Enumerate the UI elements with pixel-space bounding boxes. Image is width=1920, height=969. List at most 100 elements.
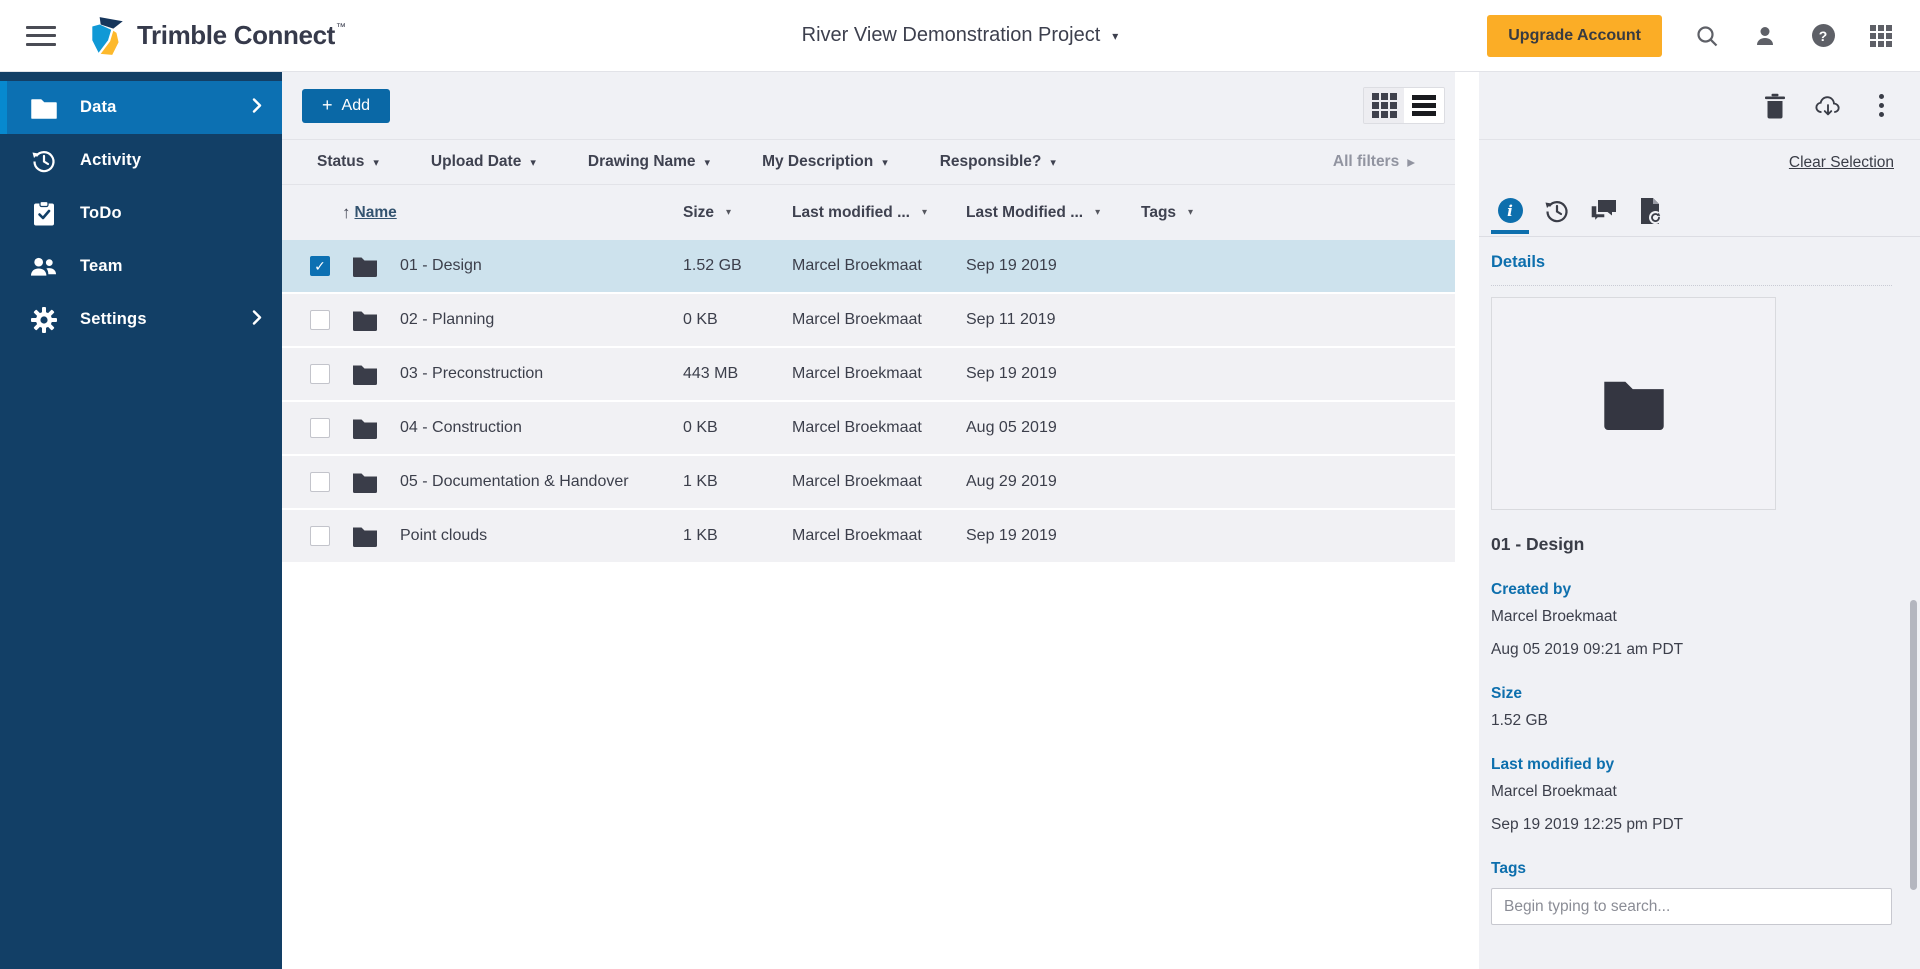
- row-checkbox[interactable]: [310, 418, 330, 438]
- table-row[interactable]: 04 - Construction 0 KB Marcel Broekmaat …: [282, 402, 1455, 454]
- project-title-dropdown[interactable]: River View Demonstration Project ▾: [802, 24, 1119, 47]
- file-release-icon: [1641, 197, 1662, 224]
- check-icon: ✓: [314, 257, 326, 274]
- search-icon[interactable]: [1694, 23, 1720, 49]
- folder-size: 443 MB: [683, 365, 739, 382]
- filter-responsible[interactable]: Responsible? ▾: [940, 153, 1056, 171]
- folder-modified-by: Marcel Broekmaat: [792, 473, 922, 490]
- more-options-icon[interactable]: [1868, 93, 1894, 119]
- all-filters-link[interactable]: All filters ▸: [1333, 153, 1415, 172]
- details-heading: Details: [1491, 253, 1546, 271]
- clear-selection-link[interactable]: Clear Selection: [1789, 154, 1894, 172]
- grid-view-icon: [1371, 93, 1397, 118]
- filter-label: Upload Date: [430, 153, 522, 170]
- folder-modified-by: Marcel Broekmaat: [792, 257, 922, 274]
- filter-status[interactable]: Status ▾: [317, 153, 379, 171]
- folder-modified-on: Sep 19 2019: [966, 257, 1057, 274]
- column-header-modified-by[interactable]: Last modified ... ▾: [792, 204, 966, 222]
- tab-history[interactable]: [1542, 189, 1572, 233]
- folder-name: 04 - Construction: [400, 419, 522, 436]
- row-checkbox[interactable]: [310, 526, 330, 546]
- sidebar-item-data[interactable]: Data: [0, 81, 282, 134]
- cloud-download-icon[interactable]: [1815, 93, 1841, 119]
- filter-my-description[interactable]: My Description ▾: [762, 153, 888, 171]
- grid-view-button[interactable]: [1364, 88, 1404, 123]
- add-button-label: Add: [341, 96, 370, 114]
- sort-ascending-icon: ↑: [342, 202, 351, 222]
- history-icon: [1545, 200, 1568, 222]
- trademark-symbol: ™: [335, 22, 346, 33]
- sidebar-item-settings[interactable]: Settings: [0, 293, 282, 346]
- upgrade-account-button[interactable]: Upgrade Account: [1487, 14, 1662, 57]
- apps-grid-icon[interactable]: [1868, 23, 1894, 49]
- column-header-tags[interactable]: Tags ▾: [1141, 204, 1455, 222]
- sidebar-item-todo[interactable]: ToDo: [0, 187, 282, 240]
- comments-icon: [1590, 199, 1616, 223]
- team-people-icon: [30, 253, 57, 280]
- filter-drawing-name[interactable]: Drawing Name ▾: [588, 153, 710, 171]
- size-value: 1.52 GB: [1491, 712, 1548, 729]
- table-header: ↑ Name Size ▾ Last modified ... ▾ Last M…: [282, 185, 1455, 240]
- filter-label: Drawing Name: [587, 153, 696, 170]
- details-tabs: i: [1479, 185, 1920, 237]
- folder-icon: [342, 418, 388, 439]
- list-view-icon: [1412, 95, 1436, 116]
- details-content: Details 01 - Design Created by Marcel Br…: [1479, 253, 1920, 925]
- table-row[interactable]: 02 - Planning 0 KB Marcel Broekmaat Sep …: [282, 294, 1455, 346]
- add-button[interactable]: + Add: [302, 88, 390, 123]
- table-row[interactable]: 03 - Preconstruction 443 MB Marcel Broek…: [282, 348, 1455, 400]
- folder-modified-on: Aug 29 2019: [966, 473, 1057, 490]
- folder-name: 01 - Design: [400, 257, 482, 274]
- table-row[interactable]: Point clouds 1 KB Marcel Broekmaat Sep 1…: [282, 510, 1455, 562]
- column-label: Size: [683, 203, 715, 221]
- column-label: Tags: [1141, 203, 1177, 221]
- sidebar-item-label: Data: [80, 98, 117, 116]
- column-header-name[interactable]: ↑ Name: [342, 203, 683, 223]
- details-panel: Clear Selection i Details 01 - Design Cr…: [1479, 72, 1920, 969]
- folder-modified-by: Marcel Broekmaat: [792, 419, 922, 436]
- all-filters-label: All filters: [1332, 153, 1400, 170]
- folder-name: 02 - Planning: [400, 311, 495, 328]
- sidebar-item-label: Team: [80, 257, 123, 275]
- help-icon[interactable]: ?: [1810, 23, 1836, 49]
- trimble-connect-app: Trimble Connect ™ River View Demonstrati…: [0, 0, 1920, 969]
- row-checkbox[interactable]: [310, 310, 330, 330]
- logo-text-connect: Connect: [233, 20, 336, 50]
- modified-on-value: Sep 19 2019 12:25 pm PDT: [1491, 816, 1684, 833]
- left-sidebar: Data Activity ToDo Team Settings: [0, 72, 282, 969]
- row-checkbox[interactable]: [310, 472, 330, 492]
- tab-info[interactable]: i: [1491, 189, 1529, 234]
- selection-actions: [1479, 72, 1920, 140]
- delete-icon[interactable]: [1762, 93, 1788, 119]
- chevron-right-icon: [252, 97, 262, 118]
- sidebar-item-activity[interactable]: Activity: [0, 134, 282, 187]
- table-row[interactable]: ✓ 01 - Design 1.52 GB Marcel Broekmaat S…: [282, 240, 1455, 292]
- project-title: River View Demonstration Project: [801, 24, 1101, 46]
- item-thumbnail: [1491, 297, 1776, 510]
- user-profile-icon[interactable]: [1752, 23, 1778, 49]
- row-checkbox[interactable]: [310, 364, 330, 384]
- table-row[interactable]: 05 - Documentation & Handover 1 KB Marce…: [282, 456, 1455, 508]
- column-label: Last modified ...: [792, 203, 910, 221]
- hamburger-menu-icon[interactable]: [26, 25, 56, 46]
- tab-releases[interactable]: [1636, 189, 1666, 233]
- folder-modified-on: Sep 11 2019: [966, 311, 1056, 328]
- sidebar-item-team[interactable]: Team: [0, 240, 282, 293]
- column-header-modified-on[interactable]: Last Modified ... ▾: [966, 204, 1141, 222]
- tags-search-input[interactable]: [1491, 888, 1892, 925]
- row-checkbox-checked[interactable]: ✓: [310, 256, 330, 276]
- top-header: Trimble Connect ™ River View Demonstrati…: [0, 0, 1920, 72]
- folder-modified-on: Sep 19 2019: [966, 365, 1057, 382]
- column-header-size[interactable]: Size ▾: [683, 204, 792, 222]
- filter-upload-date[interactable]: Upload Date ▾: [431, 153, 536, 171]
- tab-comments[interactable]: [1589, 189, 1619, 233]
- folder-modified-on: Aug 05 2019: [966, 419, 1057, 436]
- trimble-connect-logo[interactable]: Trimble Connect ™: [86, 15, 346, 57]
- folder-size: 1 KB: [683, 527, 718, 544]
- tags-label: Tags: [1491, 860, 1527, 877]
- list-view-button[interactable]: [1404, 88, 1444, 123]
- sidebar-item-label: Activity: [80, 151, 142, 169]
- folder-modified-by: Marcel Broekmaat: [792, 527, 922, 544]
- panel-scrollbar[interactable]: [1910, 600, 1917, 890]
- header-actions: Upgrade Account ?: [1487, 14, 1894, 57]
